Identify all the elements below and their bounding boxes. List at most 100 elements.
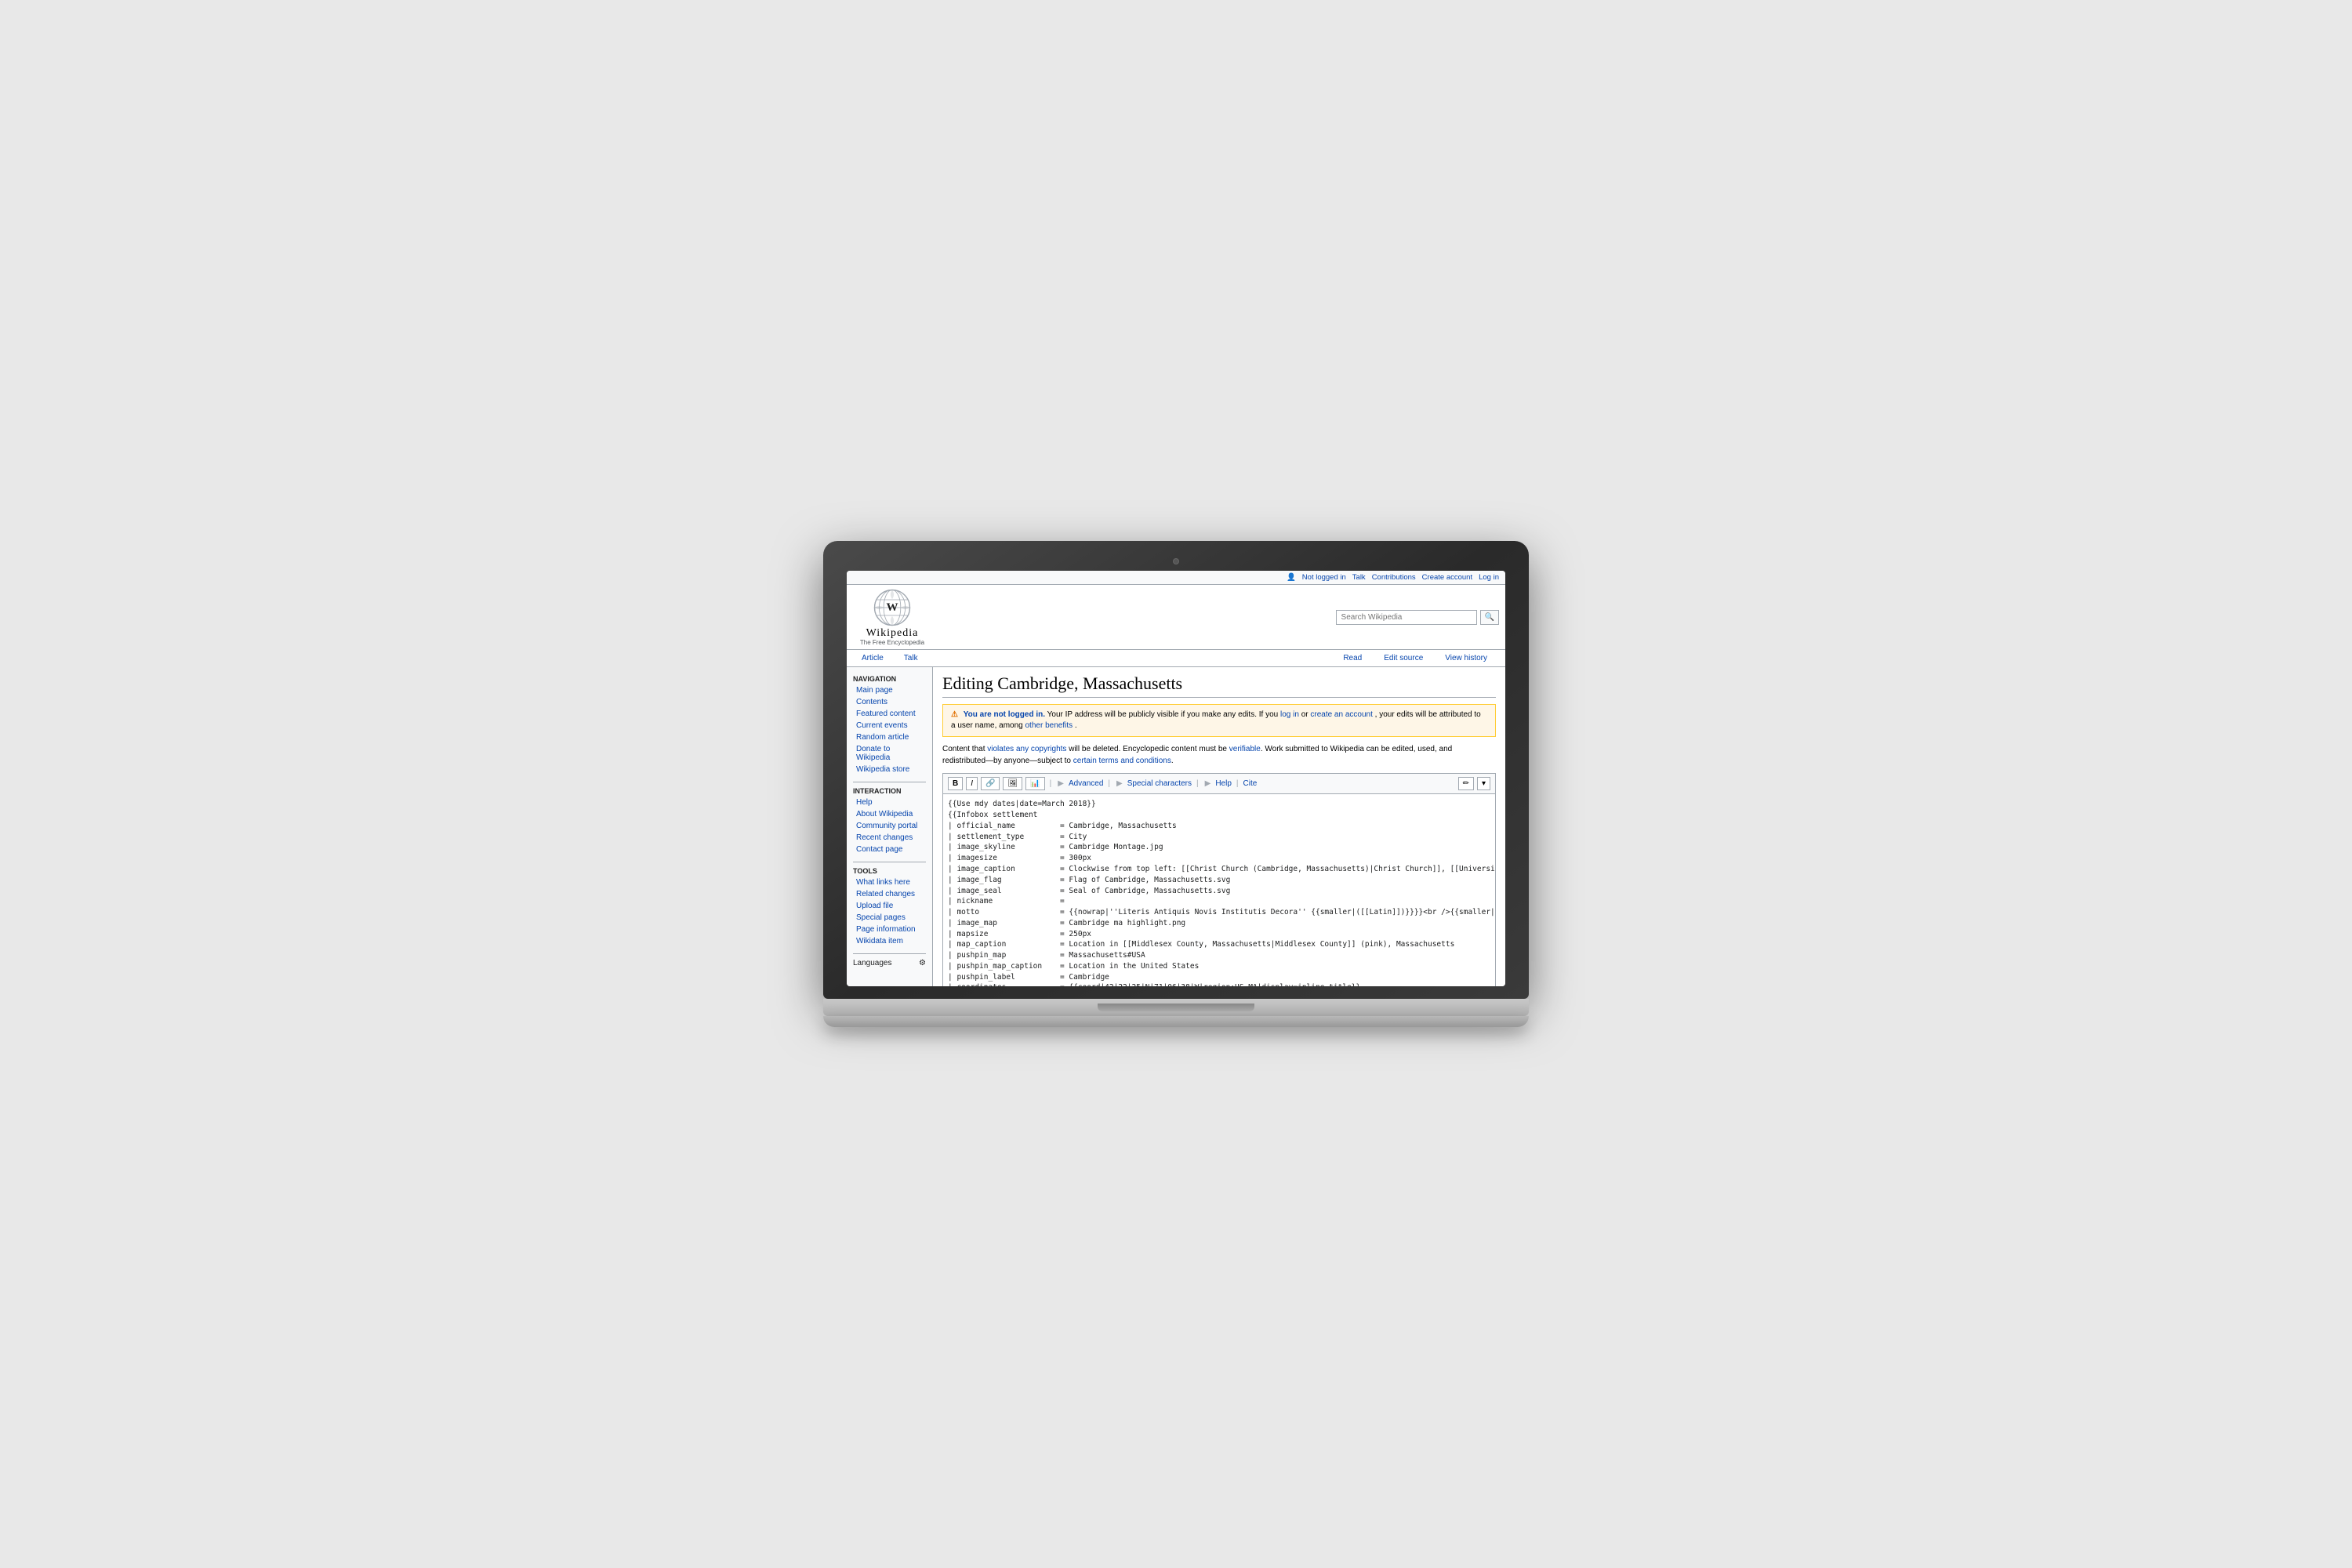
laptop-base [823,999,1529,1016]
create-account-link[interactable]: Create account [1422,573,1472,582]
sidebar-sep-3 [853,953,926,954]
sidebar-item-donate[interactable]: Donate to Wikipedia [847,743,932,764]
wiki-logo-subtitle: The Free Encyclopedia [860,639,924,646]
tab-read[interactable]: Read [1334,650,1370,666]
special-chars-dropdown[interactable]: Special characters [1127,779,1192,788]
sidebar-item-random[interactable]: Random article [847,731,932,743]
wikipedia-globe: W [873,588,912,627]
sidebar-item-special[interactable]: Special pages [847,912,932,924]
extra-button[interactable]: 📊 [1025,777,1044,790]
chevron-down-button[interactable]: ▾ [1477,777,1490,790]
toolbar-sep-4: | [1235,779,1240,788]
toolbar-arrow-1: ▶ [1056,779,1065,788]
log-in-warn-link[interactable]: log in [1280,710,1299,719]
laptop-computer: 👤 Not logged in Talk Contributions Creat… [823,541,1529,1027]
wiki-editor-textarea[interactable]: {{Use mdy dates|date=March 2018}} {{Info… [942,793,1496,986]
editor-toolbar: B I 🔗 🖼 📊 | ▶ Advanced | ▶ Special chara… [942,773,1496,793]
languages-settings-icon[interactable]: ⚙ [919,959,926,967]
log-in-link[interactable]: Log in [1479,573,1499,582]
copyright-notice: Content that violates any copyrights wil… [942,743,1496,767]
warning-period: . [1075,721,1077,730]
link-button[interactable]: 🔗 [981,777,1000,790]
search-button[interactable]: 🔍 [1480,610,1499,625]
sidebar-item-related[interactable]: Related changes [847,888,932,900]
notice-text-2: will be deleted. Encyclopedic content mu… [1066,745,1229,753]
sidebar-navigation: Navigation Main page Contents Featured c… [847,673,932,775]
create-account-warn-link[interactable]: create an account [1310,710,1373,719]
notice-text-1: Content that [942,745,987,753]
tab-talk[interactable]: Talk [895,650,927,666]
top-bar: 👤 Not logged in Talk Contributions Creat… [847,571,1505,585]
sidebar: Navigation Main page Contents Featured c… [847,667,933,986]
italic-button[interactable]: I [966,777,978,790]
sidebar-item-contact[interactable]: Contact page [847,844,932,855]
sidebar-nav-title: Navigation [847,673,932,684]
sidebar-item-store[interactable]: Wikipedia store [847,764,932,775]
sidebar-interaction: Interaction Help About Wikipedia Communi… [847,786,932,855]
not-logged-in-link[interactable]: Not logged in [1302,573,1346,582]
sidebar-item-whatlinks[interactable]: What links here [847,877,932,888]
warning-icon: ⚠ [951,710,958,719]
image-button[interactable]: 🖼 [1003,777,1022,790]
search-area: 🔍 [1336,610,1499,625]
toolbar-sep-1: | [1048,779,1054,788]
languages-label: Languages [853,959,892,967]
page-title: Editing Cambridge, Massachusetts [942,673,1496,698]
sidebar-item-about[interactable]: About Wikipedia [847,808,932,820]
wiki-logo-title: Wikipedia [866,627,919,639]
wikipedia-page: 👤 Not logged in Talk Contributions Creat… [847,571,1505,986]
toolbar-right: ✏ ▾ [1458,777,1490,790]
login-warning-box: ⚠ You are not logged in. Your IP address… [942,704,1496,737]
sidebar-item-wikidata[interactable]: Wikidata item [847,935,932,947]
nav-tabs: Article Talk Read Edit source View histo… [847,650,1505,667]
sidebar-item-recent[interactable]: Recent changes [847,832,932,844]
sidebar-item-featured[interactable]: Featured content [847,708,932,720]
laptop-screen: 👤 Not logged in Talk Contributions Creat… [847,571,1505,986]
help-dropdown[interactable]: Help [1215,779,1232,788]
warning-or: or [1301,710,1311,719]
sidebar-tools-title: Tools [847,866,932,877]
tab-view-history[interactable]: View history [1436,650,1496,666]
sidebar-tools: Tools What links here Related changes Up… [847,866,932,947]
sidebar-item-pageinfo[interactable]: Page information [847,924,932,935]
toolbar-sep-2: | [1106,779,1112,788]
laptop-bottom [823,1016,1529,1027]
screen-bezel: 👤 Not logged in Talk Contributions Creat… [823,541,1529,999]
toolbar-arrow-2: ▶ [1115,779,1124,788]
wiki-main-content: Editing Cambridge, Massachusetts ⚠ You a… [933,667,1505,986]
laptop-hinge [1098,1004,1254,1011]
other-benefits-link[interactable]: other benefits [1025,721,1073,730]
sidebar-item-contents[interactable]: Contents [847,696,932,708]
notice-text-4: . [1171,757,1174,765]
search-input[interactable] [1336,610,1477,625]
sidebar-item-upload[interactable]: Upload file [847,900,932,912]
wiki-body: Navigation Main page Contents Featured c… [847,667,1505,986]
warning-text-1: Your IP address will be publicly visible… [1047,710,1280,719]
contributions-link[interactable]: Contributions [1372,573,1416,582]
logo-area: W Wikipedia The Free Encyclopedia [853,588,931,646]
camera [1173,558,1179,564]
wiki-header: W Wikipedia The Free Encyclopedia 🔍 [847,585,1505,650]
bold-button[interactable]: B [948,777,963,790]
verifiable-link[interactable]: verifiable [1229,745,1261,753]
copyright-link[interactable]: violates any copyrights [987,745,1066,753]
pencil-button[interactable]: ✏ [1458,777,1474,790]
advanced-dropdown[interactable]: Advanced [1069,779,1103,788]
sidebar-languages: Languages ⚙ [847,957,932,969]
sidebar-interaction-title: Interaction [847,786,932,797]
not-logged-in-warn-link[interactable]: You are not logged in. [964,710,1045,719]
tab-article[interactable]: Article [853,650,892,666]
tab-right-group: Read Edit source View history [1334,650,1499,666]
talk-link[interactable]: Talk [1352,573,1366,582]
svg-text:W: W [887,601,898,614]
user-icon: 👤 [1287,573,1296,582]
sidebar-item-community[interactable]: Community portal [847,820,932,832]
toolbar-arrow-3: ▶ [1203,779,1213,788]
toolbar-sep-3: | [1195,779,1200,788]
cite-dropdown[interactable]: Cite [1243,779,1258,788]
sidebar-item-help[interactable]: Help [847,797,932,808]
terms-link[interactable]: certain terms and conditions [1073,757,1171,765]
sidebar-item-main-page[interactable]: Main page [847,684,932,696]
tab-edit-source[interactable]: Edit source [1375,650,1432,666]
sidebar-item-current-events[interactable]: Current events [847,720,932,731]
